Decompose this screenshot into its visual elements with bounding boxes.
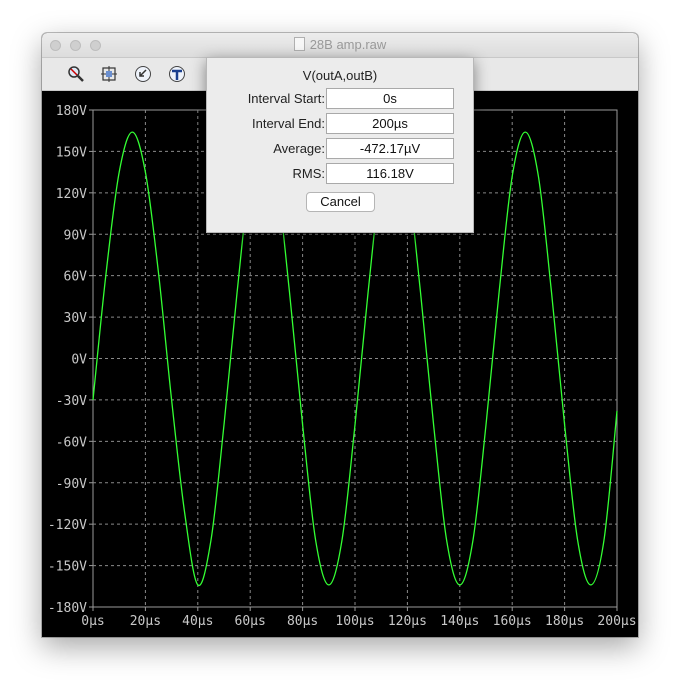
y-axis-ticks: 180V 150V 120V 90V 60V 30V 0V -30V -60V -90V -120V…	[48, 104, 87, 616]
x-tick-label: 80µs	[287, 614, 318, 629]
x-tick-label: 100µs	[335, 614, 374, 629]
window-title: 28B amp.raw	[42, 37, 638, 52]
y-tick-label: -60V	[56, 435, 87, 450]
y-tick-label: 90V	[64, 228, 88, 243]
interval-start-label: Interval Start:	[247, 91, 325, 106]
x-tick-label: 140µs	[440, 614, 479, 629]
rms-label: RMS:	[292, 166, 326, 181]
y-tick-label: -120V	[48, 518, 87, 533]
y-tick-label: -90V	[56, 477, 87, 492]
x-tick-label: 20µs	[130, 614, 161, 629]
y-tick-label: 150V	[56, 145, 87, 160]
y-tick-label: 30V	[64, 311, 88, 326]
x-tick-label: 120µs	[388, 614, 427, 629]
y-tick-label: 60V	[64, 270, 88, 285]
average-label: Average:	[273, 141, 325, 156]
x-tick-label: 0µs	[81, 614, 104, 629]
x-tick-label: 60µs	[235, 614, 266, 629]
measurement-dialog: V(outA,outB) Interval Start: 0s Interval…	[206, 57, 474, 233]
autorange-icon[interactable]	[100, 65, 118, 83]
title-bar[interactable]: 28B amp.raw	[42, 33, 638, 58]
trace-name: V(outA,outB)	[302, 68, 378, 83]
y-tick-label: 0V	[71, 353, 87, 368]
y-tick-label: -150V	[48, 560, 87, 575]
interval-start-field[interactable]: 0s	[326, 88, 454, 109]
measure-icon[interactable]	[168, 65, 186, 83]
plot-window: 180V 150V 120V 90V 60V 30V 0V -30V -60V -90V -120V…	[42, 33, 638, 637]
y-tick-label: 180V	[56, 104, 87, 119]
interval-end-label: Interval End:	[252, 116, 325, 131]
cancel-button[interactable]: Cancel	[306, 192, 375, 212]
interval-end-field[interactable]: 200µs	[326, 113, 454, 134]
x-tick-label: 180µs	[545, 614, 584, 629]
pan-back-icon[interactable]	[134, 65, 152, 83]
average-field: -472.17µV	[326, 138, 454, 159]
y-tick-label: -30V	[56, 394, 87, 409]
x-tick-label: 200µs	[597, 614, 636, 629]
document-icon	[293, 37, 305, 51]
x-tick-label: 160µs	[493, 614, 532, 629]
zoom-icon[interactable]	[67, 65, 85, 83]
x-tick-label: 40µs	[182, 614, 213, 629]
x-axis-ticks: 0µs 20µs 40µs 60µs 80µs 100µs 120µs 140µs 160µs 1…	[81, 614, 636, 629]
rms-field: 116.18V	[326, 163, 454, 184]
y-tick-label: 120V	[56, 187, 87, 202]
